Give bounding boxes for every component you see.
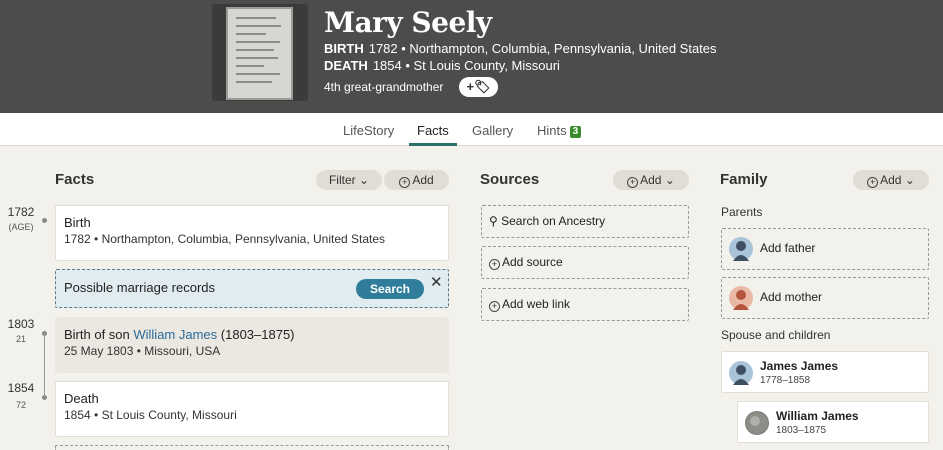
timeline-year: 1782 bbox=[7, 205, 35, 219]
spouse-card[interactable]: James James 1778–1858 bbox=[721, 351, 929, 393]
birth-summary: BIRTH 1782 • Northampton, Columbia, Penns… bbox=[324, 41, 717, 56]
fact-title: Birth bbox=[64, 215, 91, 230]
search-records-button[interactable]: Search bbox=[356, 279, 424, 299]
timeline-age: 21 bbox=[15, 334, 26, 344]
death-summary: DEATH 1854 • St Louis County, Missouri bbox=[324, 58, 560, 73]
add-source-menu-label: Add bbox=[640, 173, 662, 187]
add-source-button[interactable]: + Add source bbox=[481, 246, 689, 279]
add-web-link-button[interactable]: + Add web link bbox=[481, 288, 689, 321]
male-avatar-icon bbox=[729, 237, 753, 261]
chevron-down-icon: ⌄ bbox=[355, 173, 370, 187]
add-web-link-label: Add web link bbox=[502, 297, 571, 311]
hints-count-badge: 3 bbox=[569, 126, 582, 138]
fact-detail: 25 May 1803 • Missouri, USA bbox=[64, 344, 221, 358]
add-fact-label: Add bbox=[412, 173, 434, 187]
profile-header: Mary Seely BIRTH 1782 • Northampton, Colu… bbox=[0, 0, 943, 113]
hint-text: Possible marriage records bbox=[64, 280, 216, 295]
fact-detail: 1854 • St Louis County, Missouri bbox=[64, 408, 237, 422]
spouse-and-children-label: Spouse and children bbox=[721, 328, 831, 342]
chevron-down-icon: ⌄ bbox=[901, 173, 915, 187]
timeline-year: 1854 bbox=[7, 381, 35, 395]
death-value: 1854 • St Louis County, Missouri bbox=[372, 58, 560, 73]
timeline-dot bbox=[42, 218, 47, 223]
male-avatar-icon bbox=[729, 361, 753, 385]
person-name: Mary Seely bbox=[324, 6, 492, 39]
relationship-label: 4th great-grandmother bbox=[324, 80, 444, 94]
tab-hints[interactable]: Hints 3 bbox=[537, 123, 582, 138]
chevron-down-icon: ⌄ bbox=[661, 173, 675, 187]
add-mother-button[interactable]: Add mother bbox=[721, 277, 929, 319]
parents-label: Parents bbox=[721, 205, 763, 219]
search-on-ancestry-button[interactable]: ⚲ Search on Ancestry bbox=[481, 205, 689, 238]
tab-lifestory[interactable]: LifeStory bbox=[343, 123, 394, 138]
search-icon: ⚲ bbox=[489, 214, 502, 228]
plus-circle-icon: + bbox=[489, 259, 500, 270]
close-icon[interactable]: ✕ bbox=[430, 273, 443, 291]
fact-card-death[interactable]: Death 1854 • St Louis County, Missouri bbox=[55, 381, 449, 437]
family-title: Family bbox=[720, 171, 768, 188]
add-family-menu-label: Add bbox=[880, 173, 902, 187]
add-father-label: Add father bbox=[760, 241, 816, 255]
add-fact-button[interactable]: + Add bbox=[384, 170, 449, 190]
plus-circle-icon: + bbox=[867, 177, 879, 188]
add-tag-button[interactable]: +🏷 bbox=[459, 77, 498, 97]
timeline-year: 1803 bbox=[7, 317, 35, 331]
plus-circle-icon: + bbox=[489, 301, 500, 312]
filter-button[interactable]: Filter ⌄ bbox=[316, 170, 382, 190]
fact-title: Death bbox=[64, 391, 99, 406]
active-tab-indicator bbox=[409, 143, 457, 146]
fact-title-suffix: (1803–1875) bbox=[217, 327, 295, 342]
tab-hints-label: Hints bbox=[537, 123, 567, 138]
spouse-years: 1778–1858 bbox=[760, 375, 811, 386]
fact-card-birth[interactable]: Birth 1782 • Northampton, Columbia, Penn… bbox=[55, 205, 449, 261]
timeline-age: 72 bbox=[15, 400, 26, 410]
add-source-menu-button[interactable]: + Add ⌄ bbox=[613, 170, 689, 190]
plus-circle-icon: + bbox=[399, 177, 411, 188]
add-source-label: Add source bbox=[502, 255, 563, 269]
add-mother-label: Add mother bbox=[760, 290, 823, 304]
child-card[interactable]: William James 1803–1875 bbox=[737, 401, 929, 443]
profile-tabs: LifeStory Facts Gallery Hints 3 bbox=[0, 113, 943, 146]
next-fact-placeholder bbox=[55, 445, 449, 450]
birth-value: 1782 • Northampton, Columbia, Pennsylvan… bbox=[368, 41, 717, 56]
timeline-line bbox=[44, 333, 45, 397]
marriage-records-hint: Possible marriage records Search ✕ bbox=[55, 269, 449, 308]
child-name: William James bbox=[776, 409, 859, 423]
add-family-menu-button[interactable]: + Add ⌄ bbox=[853, 170, 929, 190]
death-label: DEATH bbox=[324, 58, 368, 73]
timeline-age: (AGE) bbox=[8, 222, 34, 232]
birth-label: BIRTH bbox=[324, 41, 364, 56]
tab-facts[interactable]: Facts bbox=[417, 123, 449, 138]
child-photo-avatar bbox=[745, 411, 769, 435]
person-link[interactable]: William James bbox=[133, 327, 217, 342]
add-father-button[interactable]: Add father bbox=[721, 228, 929, 270]
profile-photo[interactable] bbox=[212, 4, 308, 101]
fact-detail: 1782 • Northampton, Columbia, Pennsylvan… bbox=[64, 232, 386, 246]
plus-circle-icon: + bbox=[627, 177, 639, 188]
tab-gallery[interactable]: Gallery bbox=[472, 123, 513, 138]
filter-label: Filter bbox=[328, 173, 356, 187]
spouse-name: James James bbox=[760, 359, 839, 373]
sources-title: Sources bbox=[480, 171, 540, 188]
fact-card-birth-of-son[interactable]: Birth of son William James (1803–1875) 2… bbox=[55, 317, 449, 373]
search-on-ancestry-label: Search on Ancestry bbox=[501, 214, 606, 228]
child-years: 1803–1875 bbox=[776, 425, 827, 436]
female-avatar-icon bbox=[729, 286, 753, 310]
facts-title: Facts bbox=[55, 171, 95, 188]
fact-title-prefix: Birth of son bbox=[64, 327, 134, 342]
document-thumbnail-icon bbox=[226, 7, 293, 100]
fact-title: Birth of son William James (1803–1875) bbox=[64, 327, 295, 342]
